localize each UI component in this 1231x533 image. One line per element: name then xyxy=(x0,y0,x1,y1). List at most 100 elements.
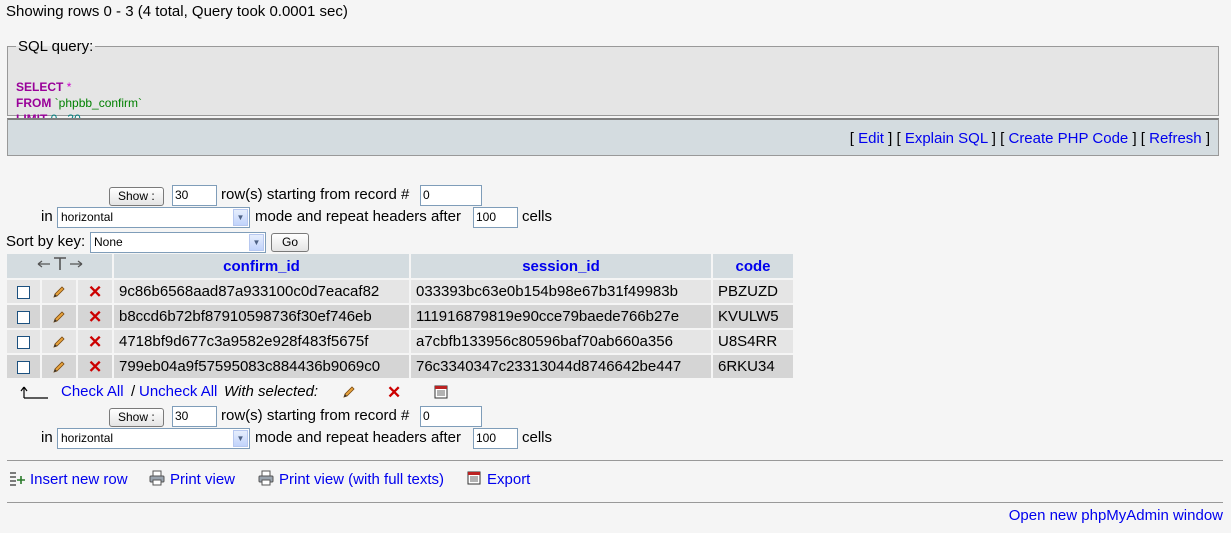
results-table: confirm_id session_id code ✕ 9c86b6568aa… xyxy=(7,254,795,380)
export-icon xyxy=(467,471,481,485)
table-cell: PBZUZD xyxy=(712,279,795,305)
uncheck-all-link[interactable]: Uncheck All xyxy=(139,383,217,400)
table-cell: 76c3340347c23313044d8746642be447 xyxy=(410,354,713,380)
in-label: in xyxy=(41,208,53,225)
repeat-headers-input-bottom[interactable]: 100 xyxy=(473,428,518,449)
table-cell: a7cbfb133956c80596baf70ab660a356 xyxy=(410,329,713,355)
delete-row-button[interactable]: ✕ xyxy=(77,279,114,305)
rows-starting-label: row(s) starting from record # xyxy=(221,186,410,203)
table-cell: KVULW5 xyxy=(712,304,795,330)
repeat-headers-label: mode and repeat headers after xyxy=(255,208,461,225)
display-mode-value: horizontal xyxy=(61,210,114,224)
sort-key-value: None xyxy=(94,235,123,249)
delete-icon: ✕ xyxy=(87,282,103,302)
printer-icon xyxy=(258,470,274,486)
delete-row-button[interactable]: ✕ xyxy=(77,354,114,380)
insert-row-icon xyxy=(10,472,25,486)
chevron-down-icon: ▼ xyxy=(249,234,264,251)
repeat-headers-input[interactable]: 100 xyxy=(473,207,518,228)
table-cell: U8S4RR xyxy=(712,329,795,355)
sql-keyword: FROM xyxy=(16,96,52,110)
refresh-link[interactable]: Refresh xyxy=(1149,130,1202,147)
edit-row-button[interactable] xyxy=(41,304,79,330)
pencil-icon[interactable] xyxy=(341,384,357,400)
repeat-headers-label-bottom: mode and repeat headers after xyxy=(255,429,461,446)
column-header-code[interactable]: code xyxy=(712,254,795,280)
pencil-icon xyxy=(53,311,65,323)
table-cell: b8ccd6b72bf87910598736f30ef746eb xyxy=(113,304,411,330)
sql-actions-bar: [ Edit ] [ Explain SQL ] [ Create PHP Co… xyxy=(7,118,1219,156)
chevron-down-icon: ▼ xyxy=(233,209,248,226)
sql-query-legend: SQL query: xyxy=(18,38,94,55)
print-view-full-texts-link[interactable]: Print view (with full texts) xyxy=(279,471,444,488)
edit-sql-link[interactable]: Edit xyxy=(858,130,884,147)
table-row: ✕ 4718bf9d677c3a9582e928f483f5675f a7cbf… xyxy=(7,329,795,355)
table-cell: 4718bf9d677c3a9582e928f483f5675f xyxy=(113,329,411,355)
delete-icon: ✕ xyxy=(87,357,103,377)
show-button-bottom[interactable]: Show : xyxy=(109,408,164,427)
sort-by-key-label: Sort by key: xyxy=(6,233,86,250)
pencil-icon xyxy=(53,336,65,348)
printer-icon xyxy=(149,470,165,486)
rows-starting-label-bottom: row(s) starting from record # xyxy=(221,407,410,424)
cells-label-bottom: cells xyxy=(522,429,553,446)
rows-count-input-bottom[interactable]: 30 xyxy=(172,406,217,427)
table-row: ✕ 799eb04a9f57595083c884436b9069c0 76c33… xyxy=(7,354,795,380)
sql-table-name: `phpbb_confirm` xyxy=(54,96,143,110)
table-row: ✕ b8ccd6b72bf87910598736f30ef746eb 11191… xyxy=(7,304,795,330)
table-cell: 9c86b6568aad87a933100c0d7eacaf82 xyxy=(113,279,411,305)
column-header-session-id[interactable]: session_id xyxy=(410,254,713,280)
display-mode-value: horizontal xyxy=(61,431,114,445)
row-checkbox[interactable] xyxy=(17,360,31,374)
start-record-input[interactable]: 0 xyxy=(420,185,482,206)
sql-query-box: SQL query: SELECT * FROM `phpbb_confirm`… xyxy=(7,38,1219,126)
table-cell: 111916879819e90cce79baede766b27e xyxy=(410,304,713,330)
rows-count-input[interactable]: 30 xyxy=(172,185,217,206)
chevron-down-icon: ▼ xyxy=(233,430,248,447)
start-record-input-bottom[interactable]: 0 xyxy=(420,406,482,427)
column-header-confirm-id[interactable]: confirm_id xyxy=(113,254,411,280)
cells-label: cells xyxy=(522,208,553,225)
divider xyxy=(7,460,1223,461)
sort-key-select[interactable]: None ▼ xyxy=(90,232,266,253)
arrow-left-up-icon xyxy=(20,386,48,399)
explain-sql-link[interactable]: Explain SQL xyxy=(905,130,988,147)
bulk-separator: / xyxy=(131,383,136,400)
display-mode-select[interactable]: horizontal ▼ xyxy=(57,207,250,228)
print-view-link[interactable]: Print view xyxy=(170,471,235,488)
show-button[interactable]: Show : xyxy=(109,187,164,206)
table-cell: 799eb04a9f57595083c884436b9069c0 xyxy=(113,354,411,380)
table-cell: 6RKU34 xyxy=(712,354,795,380)
edit-row-button[interactable] xyxy=(41,354,79,380)
table-row: ✕ 9c86b6568aad87a933100c0d7eacaf82 03339… xyxy=(7,279,795,305)
pencil-icon xyxy=(53,361,65,373)
edit-row-button[interactable] xyxy=(41,279,79,305)
open-new-window-link[interactable]: Open new phpMyAdmin window xyxy=(1009,507,1223,524)
row-checkbox[interactable] xyxy=(17,285,31,299)
table-cell: 033393bc63e0b154b98e67b31f49983b xyxy=(410,279,713,305)
pencil-icon xyxy=(53,286,65,298)
create-php-code-link[interactable]: Create PHP Code xyxy=(1008,130,1128,147)
delete-row-button[interactable]: ✕ xyxy=(77,304,114,330)
go-button[interactable]: Go xyxy=(271,233,309,252)
insert-new-row-link[interactable]: Insert new row xyxy=(30,471,128,488)
delete-row-button[interactable]: ✕ xyxy=(77,329,114,355)
delete-icon[interactable]: ✕ xyxy=(387,384,401,401)
sql-keyword: SELECT xyxy=(16,80,64,94)
check-all-link[interactable]: Check All xyxy=(61,383,124,400)
sql-star: * xyxy=(66,80,72,94)
column-resize-handle[interactable] xyxy=(7,254,114,280)
export-icon[interactable] xyxy=(433,384,449,400)
row-checkbox[interactable] xyxy=(17,310,31,324)
display-mode-select-bottom[interactable]: horizontal ▼ xyxy=(57,428,250,449)
column-arrows-icon xyxy=(37,257,82,270)
in-label-bottom: in xyxy=(41,429,53,446)
edit-row-button[interactable] xyxy=(41,329,79,355)
with-selected-label: With selected: xyxy=(224,383,319,400)
export-link[interactable]: Export xyxy=(487,471,530,488)
delete-icon: ✕ xyxy=(87,307,103,327)
delete-icon: ✕ xyxy=(87,332,103,352)
row-checkbox[interactable] xyxy=(17,335,31,349)
divider xyxy=(7,502,1223,503)
query-status: Showing rows 0 - 3 (4 total, Query took … xyxy=(6,3,348,20)
